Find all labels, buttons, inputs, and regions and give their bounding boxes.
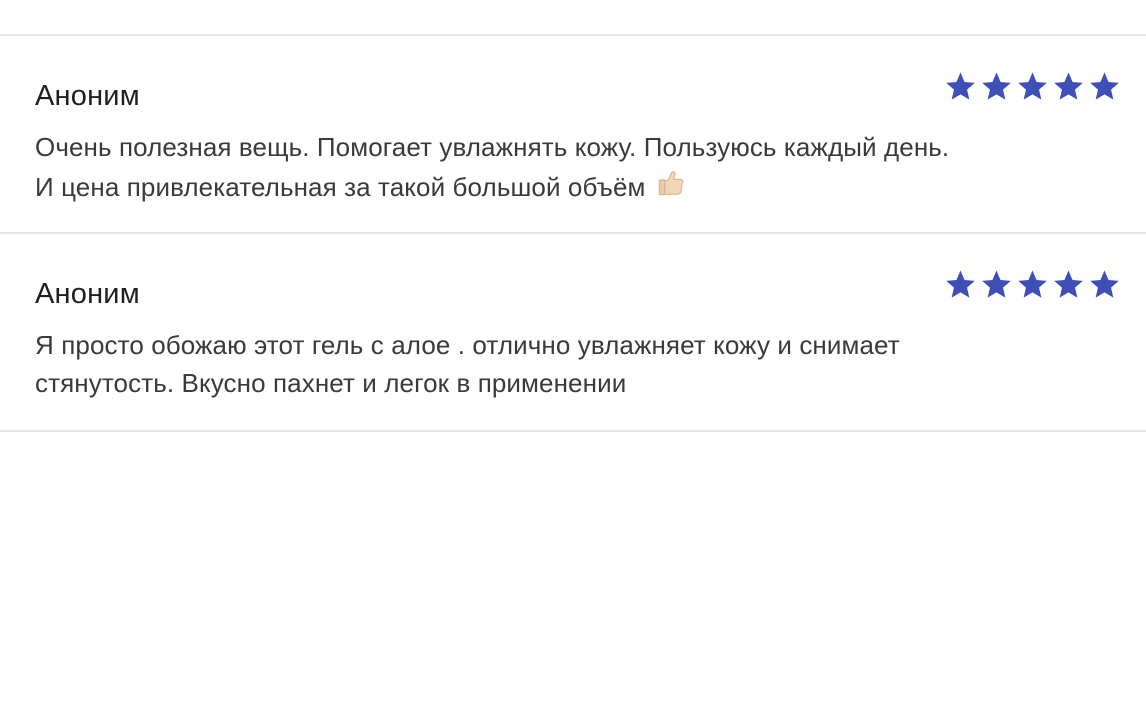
star-icon — [982, 270, 1011, 298]
star-icon — [1090, 270, 1119, 298]
review-text: Я просто обожаю этот гель с алое . отлич… — [35, 326, 1115, 402]
review-list: Аноним Очень полезная вещь. Помогает увл… — [0, 36, 1146, 432]
review-rating — [944, 268, 1121, 301]
star-icon — [982, 72, 1011, 100]
review-text-line: стянутость. Вкусно пахнет и легок в прим… — [35, 368, 627, 398]
star-icon — [1054, 72, 1083, 100]
reviews-page: Аноним Очень полезная вещь. Помогает увл… — [0, 0, 1146, 716]
review-text-line: Я просто обожаю этот гель с алое . отлич… — [35, 330, 900, 360]
review-text: Очень полезная вещь. Помогает увлажнять … — [35, 128, 1115, 206]
review-text-line: И цена привлекательная за такой большой … — [35, 172, 646, 202]
star-icon — [1090, 72, 1119, 100]
star-icon — [1054, 270, 1083, 298]
star-icon — [1018, 270, 1047, 298]
review-author: Аноним — [35, 278, 140, 310]
star-icon — [1018, 72, 1047, 100]
star-icon — [946, 270, 975, 298]
review-card: Аноним Очень полезная вещь. Помогает увл… — [0, 36, 1146, 234]
review-text-line-with-icon: И цена привлекательная за такой большой … — [35, 166, 1115, 206]
star-icon — [946, 72, 975, 100]
review-card: Аноним Я просто обожаю этот гель с алое … — [0, 234, 1146, 432]
review-rating — [944, 70, 1121, 103]
review-author: Аноним — [35, 80, 140, 112]
thumbs-up-icon — [658, 171, 683, 196]
review-text-line: Очень полезная вещь. Помогает увлажнять … — [35, 132, 950, 162]
